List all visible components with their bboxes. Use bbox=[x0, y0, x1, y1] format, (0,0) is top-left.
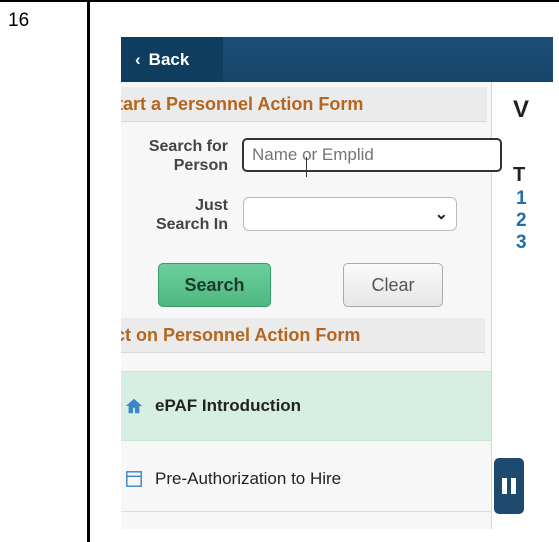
act-on-form-section-header: ct on Personnel Action Form bbox=[121, 318, 485, 353]
pause-button[interactable] bbox=[494, 458, 524, 514]
chevron-down-icon: ⌄ bbox=[434, 206, 448, 223]
just-search-in-label: Just Search In bbox=[121, 196, 228, 234]
chevron-left-icon: ‹ bbox=[135, 49, 141, 69]
search-in-select[interactable]: ⌄ bbox=[243, 197, 457, 231]
search-person-input[interactable] bbox=[242, 138, 502, 172]
right-heading-partial: V bbox=[513, 96, 530, 123]
pause-bar-right bbox=[511, 478, 516, 494]
just-search-in-line2: Search In bbox=[155, 216, 228, 233]
back-button[interactable]: ‹ Back bbox=[121, 37, 223, 82]
nav-item-label: ePAF Introduction bbox=[155, 396, 302, 415]
back-label: Back bbox=[148, 49, 190, 69]
right-link-2[interactable]: 2 bbox=[516, 210, 527, 232]
clear-button[interactable]: Clear bbox=[343, 263, 443, 307]
right-text-partial: T bbox=[513, 164, 526, 186]
search-for-label-line2: Person bbox=[173, 157, 228, 174]
right-link-3[interactable]: 3 bbox=[516, 232, 527, 254]
embedded-screenshot: ‹ Back tart a Personnel Action Form Sear… bbox=[121, 16, 553, 529]
search-button[interactable]: Search bbox=[158, 263, 271, 307]
table-top-border bbox=[0, 0, 559, 2]
right-link-1[interactable]: 1 bbox=[516, 188, 527, 210]
home-icon bbox=[125, 398, 143, 414]
start-form-section-header: tart a Personnel Action Form bbox=[121, 87, 487, 122]
left-panel: tart a Personnel Action Form Search for … bbox=[121, 82, 502, 529]
text-cursor-icon bbox=[306, 157, 307, 177]
document-icon bbox=[126, 470, 142, 487]
step-number: 16 bbox=[8, 10, 30, 31]
search-for-person-label: Search for Person bbox=[121, 137, 228, 175]
table-column-divider bbox=[87, 0, 90, 542]
nav-item-pre-authorization[interactable]: Pre-Authorization to Hire bbox=[121, 446, 491, 512]
just-search-in-line1: Just bbox=[195, 197, 228, 214]
search-for-label-line1: Search for bbox=[148, 138, 228, 155]
nav-item-label: Pre-Authorization to Hire bbox=[155, 468, 342, 488]
pause-bar-left bbox=[502, 478, 507, 494]
nav-item-epaf-introduction[interactable]: ePAF Introduction bbox=[121, 371, 491, 441]
top-navigation-bar: ‹ Back bbox=[121, 37, 553, 82]
